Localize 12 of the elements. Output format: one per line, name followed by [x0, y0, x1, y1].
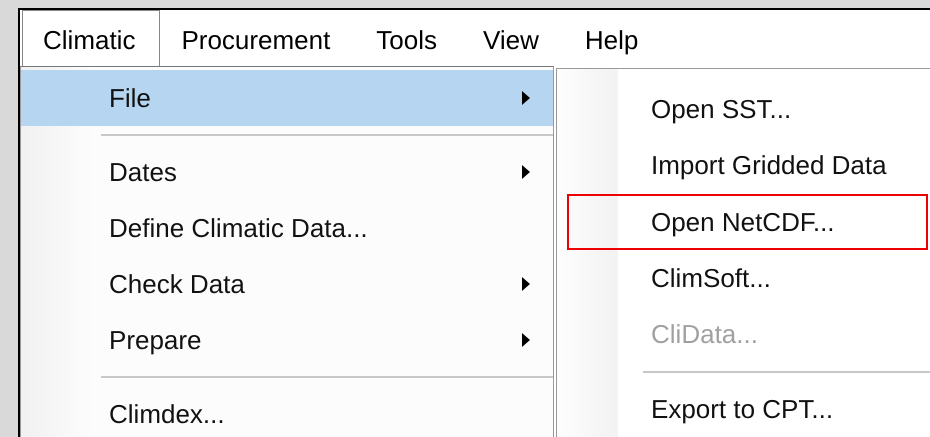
menu-item[interactable]: Climdex...: [21, 386, 553, 437]
menu-item[interactable]: File: [21, 70, 553, 126]
menu-item[interactable]: Check Data: [21, 256, 553, 312]
menu-item[interactable]: Open SST...: [557, 81, 930, 138]
menu-item[interactable]: ClimSoft...: [557, 250, 930, 306]
menu-item[interactable]: Export to CPT...: [557, 381, 930, 437]
menu-item[interactable]: Dates: [21, 144, 553, 200]
menu-item[interactable]: Define Climatic Data...: [21, 200, 553, 256]
menu-bar-item[interactable]: Climatic: [22, 10, 160, 69]
menu-item[interactable]: Import Gridded Data: [557, 138, 930, 194]
menu-item[interactable]: Open NetCDF...: [651, 206, 926, 238]
menu-item[interactable]: Prepare: [21, 312, 553, 368]
